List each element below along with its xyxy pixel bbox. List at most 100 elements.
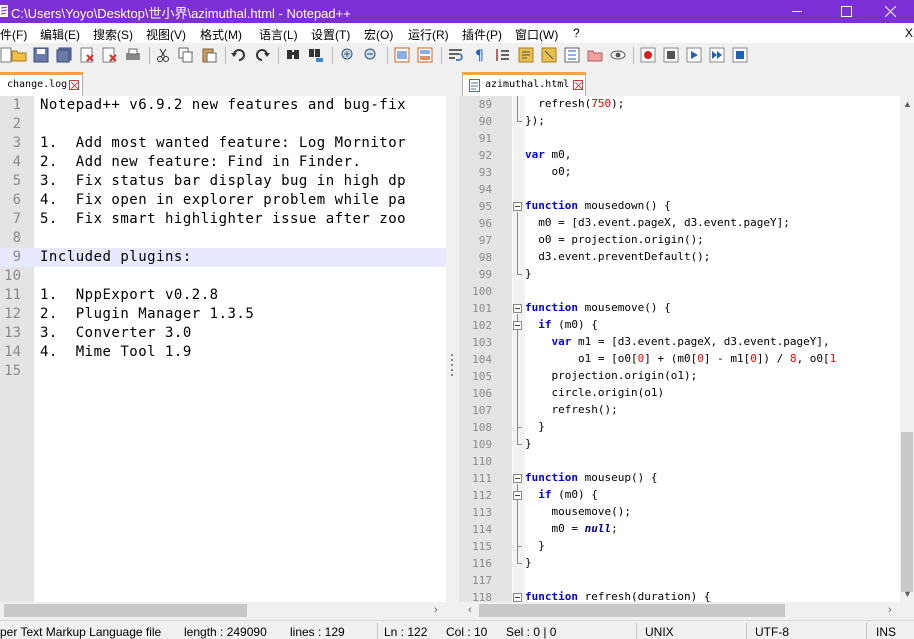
scroll-down-arrow-icon[interactable]: ▼	[903, 589, 912, 599]
scroll-left-arrow-icon[interactable]: ‹	[468, 604, 472, 616]
menu-search[interactable]: 搜索(S)	[93, 26, 133, 43]
tab-change-log[interactable]: change.log	[0, 72, 83, 96]
left-horizontal-scrollbar[interactable]: ›	[0, 602, 446, 619]
fold-toggle-icon[interactable]	[513, 321, 522, 330]
menu-language[interactable]: 语言(L)	[259, 26, 298, 43]
scrollbar-thumb[interactable]	[4, 604, 247, 617]
tab-azimuthal-html[interactable]: azimuthal.html	[462, 72, 586, 96]
right-horizontal-scrollbar[interactable]: ‹ ›	[459, 602, 914, 619]
editor-line[interactable]: 114 m0 = null;	[459, 521, 900, 538]
editor-line[interactable]: 1 Notepad++ v6.9.2 new features and bug-f…	[0, 96, 446, 115]
editor-line[interactable]: 93 o0;	[459, 164, 900, 181]
editor-line[interactable]: 92 var m0,	[459, 147, 900, 164]
sync-vertical-icon[interactable]	[394, 47, 410, 63]
scrollbar-thumb[interactable]	[901, 432, 913, 592]
scrollbar-thumb[interactable]	[479, 604, 785, 617]
stop-record-icon[interactable]	[663, 47, 679, 63]
maximize-button[interactable]	[824, 0, 870, 23]
menu-plugins[interactable]: 插件(P)	[462, 26, 502, 43]
editor-line[interactable]: 116}	[459, 555, 900, 572]
editor-line[interactable]: 106 circle.origin(o1)	[459, 385, 900, 402]
editor-line[interactable]: 95 function mousedown() {	[459, 198, 900, 215]
editor-line[interactable]: 94	[459, 181, 900, 198]
editor-line[interactable]: 2	[0, 115, 446, 134]
left-editor[interactable]: 1 Notepad++ v6.9.2 new features and bug-f…	[0, 96, 446, 602]
folder-workspace-icon[interactable]	[587, 47, 603, 63]
editor-line[interactable]: 3 1. Add most wanted feature: Log Mornito…	[0, 134, 446, 153]
editor-line[interactable]: 104 o1 = [o0[0] + (m0[0] - m1[0]) / 8, o…	[459, 351, 900, 368]
undo-icon[interactable]	[231, 47, 247, 63]
menu-settings[interactable]: 设置(T)	[311, 26, 350, 43]
close-file-icon[interactable]	[79, 47, 95, 63]
editor-line[interactable]: 98 d3.event.preventDefault();	[459, 249, 900, 266]
fold-toggle-icon[interactable]	[513, 304, 522, 313]
indent-guide-icon[interactable]	[495, 47, 511, 63]
play-macro-icon[interactable]	[686, 47, 702, 63]
editor-line[interactable]: 112 if (m0) {	[459, 487, 900, 504]
editor-line[interactable]: 118 function refresh(duration) {	[459, 589, 900, 602]
editor-line[interactable]: 12 2. Plugin Manager 1.3.5	[0, 305, 446, 324]
save-all-icon[interactable]	[56, 47, 72, 63]
language-icon[interactable]	[518, 47, 534, 63]
vertical-scrollbar[interactable]: ▲ ▼	[900, 96, 914, 602]
editor-line[interactable]: 6 4. Fix open in explorer problem while p…	[0, 191, 446, 210]
close-button[interactable]	[868, 0, 914, 23]
fold-toggle-icon[interactable]	[513, 474, 522, 483]
editor-line[interactable]: 113 mousemove();	[459, 504, 900, 521]
tab-close-icon[interactable]	[69, 80, 79, 90]
menu-window[interactable]: 窗口(W)	[515, 26, 558, 43]
view-splitter[interactable]	[446, 69, 459, 619]
find-icon[interactable]	[285, 47, 301, 63]
editor-line[interactable]: 10	[0, 267, 446, 286]
editor-line[interactable]: 14 4. Mime Tool 1.9	[0, 343, 446, 362]
cut-icon[interactable]	[155, 47, 171, 63]
menu-macro[interactable]: 宏(O)	[364, 26, 393, 43]
notepadpp-app-icon[interactable]	[0, 4, 9, 18]
editor-line[interactable]: 4 2. Add new feature: Find in Finder.	[0, 153, 446, 172]
editor-line[interactable]: 99}	[459, 266, 900, 283]
editor-line[interactable]: 117	[459, 572, 900, 589]
menu-file[interactable]: 件(F)	[0, 26, 27, 43]
fold-toggle-icon[interactable]	[513, 202, 522, 211]
record-macro-icon[interactable]	[640, 47, 656, 63]
editor-line[interactable]: 15	[0, 362, 446, 381]
editor-line[interactable]: 107 refresh();	[459, 402, 900, 419]
editor-line[interactable]: 108 }	[459, 419, 900, 436]
editor-line[interactable]: 91	[459, 130, 900, 147]
sync-horizontal-icon[interactable]	[417, 47, 433, 63]
open-file-icon[interactable]	[11, 47, 27, 63]
copy-icon[interactable]	[178, 47, 194, 63]
editor-line[interactable]: 100	[459, 283, 900, 300]
scroll-right-arrow-icon[interactable]: ›	[888, 604, 892, 616]
run-macro-multiple-icon[interactable]	[709, 47, 725, 63]
zoom-out-icon[interactable]	[363, 47, 379, 63]
editor-line[interactable]: 111 function mouseup() {	[459, 470, 900, 487]
editor-line[interactable]: 11 1. NppExport v0.2.8	[0, 286, 446, 305]
minimize-button[interactable]	[775, 0, 821, 23]
scroll-right-arrow-icon[interactable]: ›	[434, 604, 438, 616]
menu-close-document[interactable]: X	[905, 26, 913, 40]
editor-line[interactable]: 101 function mousemove() {	[459, 300, 900, 317]
save-macro-icon[interactable]	[732, 47, 748, 63]
fold-toggle-icon[interactable]	[513, 593, 522, 602]
right-editor[interactable]: 89 refresh(750); 90}); 91 92 var m0, 93 o0; 94…	[459, 96, 900, 602]
editor-line[interactable]: 97 o0 = projection.origin();	[459, 232, 900, 249]
editor-line[interactable]: 8	[0, 229, 446, 248]
editor-line[interactable]: 9 Included plugins:	[0, 248, 446, 267]
editor-line[interactable]: 5 3. Fix status bar display bug in high d…	[0, 172, 446, 191]
editor-line[interactable]: 96 m0 = [d3.event.pageX, d3.event.pageY]…	[459, 215, 900, 232]
document-map-icon[interactable]	[541, 47, 557, 63]
replace-icon[interactable]	[308, 47, 324, 63]
monitoring-icon[interactable]	[610, 47, 626, 63]
menu-view[interactable]: 视图(V)	[146, 26, 186, 43]
menu-format[interactable]: 格式(M)	[200, 26, 242, 43]
scroll-up-arrow-icon[interactable]: ▲	[903, 99, 912, 109]
editor-line[interactable]: 7 5. Fix smart highlighter issue after zo…	[0, 210, 446, 229]
editor-line[interactable]: 105 projection.origin(o1);	[459, 368, 900, 385]
menu-help[interactable]: ?	[573, 26, 580, 40]
editor-line[interactable]: 102 if (m0) {	[459, 317, 900, 334]
print-icon[interactable]	[125, 47, 141, 63]
menu-run[interactable]: 运行(R)	[408, 26, 449, 43]
fold-toggle-icon[interactable]	[513, 491, 522, 500]
zoom-in-icon[interactable]	[340, 47, 356, 63]
